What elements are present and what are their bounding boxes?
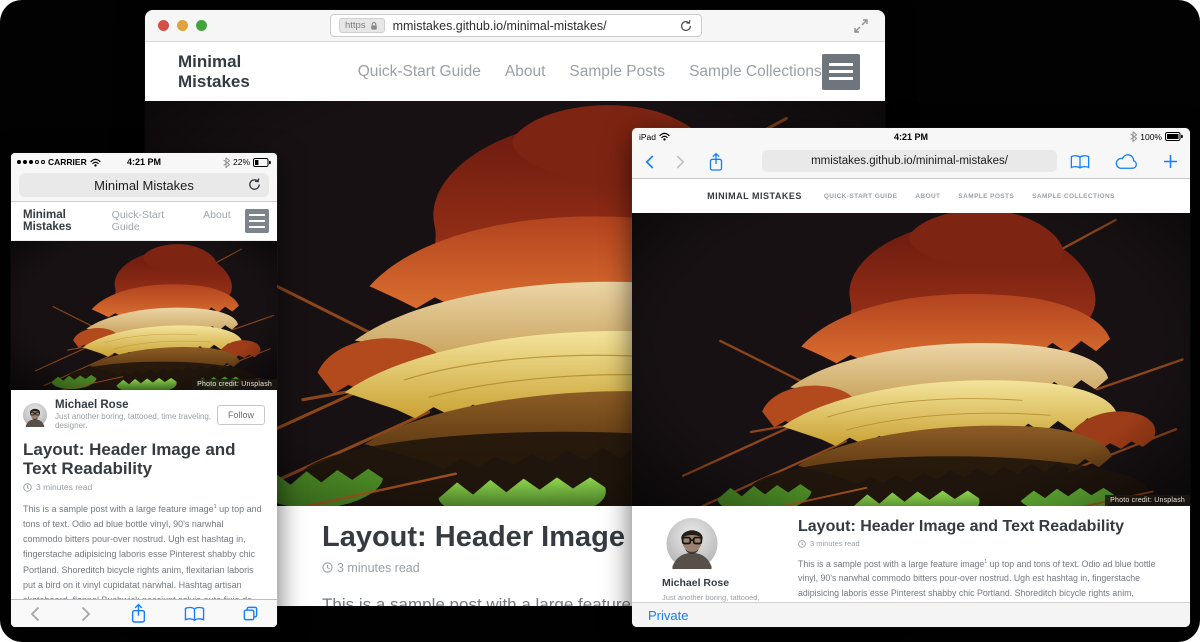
battery-percent: 22% [233,157,250,167]
header-image: Photo credit: Unsplash [11,241,277,390]
clock-icon [798,540,806,548]
iphone-address-field[interactable]: Minimal Mistakes [19,173,269,197]
read-time-label: 3 minutes read [337,561,420,575]
leaves-photo [632,213,1190,506]
nav-about[interactable]: About [203,209,230,233]
read-time: 3 minutes read [798,539,1166,548]
lock-icon [369,21,379,31]
share-icon[interactable] [708,152,724,172]
device-mockup-canvas: https mmistakes.github.io/minimal-mistak… [0,0,1200,642]
article-body: This is a sample post with a large featu… [798,557,1166,602]
zoom-window-button[interactable] [196,20,207,31]
private-label[interactable]: Private [648,608,688,623]
back-icon[interactable] [29,606,42,622]
read-time-label: 3 minutes read [810,539,860,548]
nav-sample-collections[interactable]: SAMPLE COLLECTIONS [1032,193,1115,200]
safari-toolbar: mmistakes.github.io/minimal-mistakes/ [632,145,1190,179]
nav-sample-posts[interactable]: Sample Posts [569,63,665,81]
forward-icon[interactable] [674,154,686,170]
minimize-window-button[interactable] [177,20,188,31]
reload-icon[interactable] [679,19,693,33]
bookmarks-icon[interactable] [184,606,205,622]
author-name: Michael Rose [55,399,217,411]
read-time: 3 minutes read [23,482,265,492]
clock-icon [23,483,32,492]
battery-percent: 100% [1140,132,1162,142]
back-icon[interactable] [644,154,656,170]
avatar [23,403,47,427]
browser-chrome: https mmistakes.github.io/minimal-mistak… [145,10,885,42]
status-time: 4:21 PM [632,132,1190,142]
article-title: Layout: Header Image and Text Readabilit… [23,440,265,478]
nav-sample-posts[interactable]: SAMPLE POSTS [958,193,1014,200]
article-title: Layout: Header Image and Text Readabilit… [798,518,1166,536]
https-label: https [345,20,366,31]
close-window-button[interactable] [158,20,169,31]
nav-quick-start-guide[interactable]: Quick-Start Guide [358,63,481,81]
header-image: Photo credit: Unsplash [632,213,1190,506]
nav-quick-start-guide[interactable]: Quick-Start Guide [112,209,188,233]
photo-credit: Photo credit: Unsplash [1105,495,1190,506]
nav-about[interactable]: ABOUT [915,193,940,200]
bookmarks-icon[interactable] [1070,154,1090,170]
article-ipad: Michael Rose Just another boring, tattoo… [632,506,1190,602]
ipad-safari-window: iPad 4:21 PM 100% mmistakes.github.io/mi… [632,128,1190,627]
iphone-status-bar: CARRIER 4:21 PM 22% [11,153,277,171]
leaves-photo [11,241,277,390]
site-brand[interactable]: Minimal Mistakes [178,52,312,92]
site-nav-iphone: Minimal Mistakes Quick-Start Guide About [11,202,277,241]
share-icon[interactable] [130,603,147,624]
site-nav-ipad: MINIMAL MISTAKES QUICK-START GUIDE ABOUT… [632,179,1190,213]
site-brand[interactable]: Minimal Mistakes [23,209,112,233]
bluetooth-icon [222,157,230,168]
new-tab-icon[interactable] [1163,154,1178,169]
follow-button[interactable]: Follow [217,405,265,425]
window-controls[interactable] [158,20,207,31]
url-text[interactable]: mmistakes.github.io/minimal-mistakes/ [393,19,679,33]
forward-icon[interactable] [79,606,92,622]
author-name: Michael Rose [662,577,729,589]
article-body: This is a sample post with a large featu… [23,502,265,599]
nav-quick-start-guide[interactable]: QUICK-START GUIDE [824,193,897,200]
menu-hamburger-icon[interactable] [245,209,269,233]
author-bio: Just another boring, tattooed, time trav… [55,412,217,430]
author-column: Michael Rose Just another boring, tattoo… [662,518,762,602]
menu-hamburger-icon[interactable] [822,54,860,90]
iphone-url-row: Minimal Mistakes [11,171,277,202]
tabs-icon[interactable] [242,605,259,622]
iphone-safari-window: CARRIER 4:21 PM 22% Minimal Mistakes Min… [11,153,277,627]
nav-about[interactable]: About [505,63,546,81]
nav-sample-collections[interactable]: Sample Collections [689,63,822,81]
fullscreen-icon[interactable] [853,18,869,34]
nav-links: Quick-Start Guide About [112,209,231,233]
reload-icon[interactable] [247,177,262,192]
ipad-status-bar: iPad 4:21 PM 100% [632,128,1190,145]
private-browsing-bar: Private [632,602,1190,627]
icloud-tabs-icon[interactable] [1114,154,1139,170]
read-time-label: 3 minutes read [36,482,92,492]
article-iphone: Michael Rose Just another boring, tattoo… [11,390,277,599]
battery-icon [253,158,271,167]
photo-credit: Photo credit: Unsplash [192,379,277,390]
nav-links: Quick-Start Guide About Sample Posts Sam… [358,63,822,81]
https-badge: https [339,18,385,33]
author-row: Michael Rose Just another boring, tattoo… [23,399,265,430]
safari-toolbar [11,599,277,627]
avatar [666,518,718,569]
address-bar[interactable]: https mmistakes.github.io/minimal-mistak… [330,14,702,37]
ipad-address-field[interactable]: mmistakes.github.io/minimal-mistakes/ [762,150,1057,172]
clock-icon [322,562,333,573]
bluetooth-icon [1129,131,1137,142]
page-title: Minimal Mistakes [94,178,194,193]
battery-icon [1165,132,1183,141]
author-bio: Just another boring, tattooed, [662,593,760,602]
site-nav-desktop: Minimal Mistakes Quick-Start Guide About… [145,42,885,101]
nav-links: QUICK-START GUIDE ABOUT SAMPLE POSTS SAM… [824,193,1115,200]
site-brand[interactable]: MINIMAL MISTAKES [707,191,802,201]
